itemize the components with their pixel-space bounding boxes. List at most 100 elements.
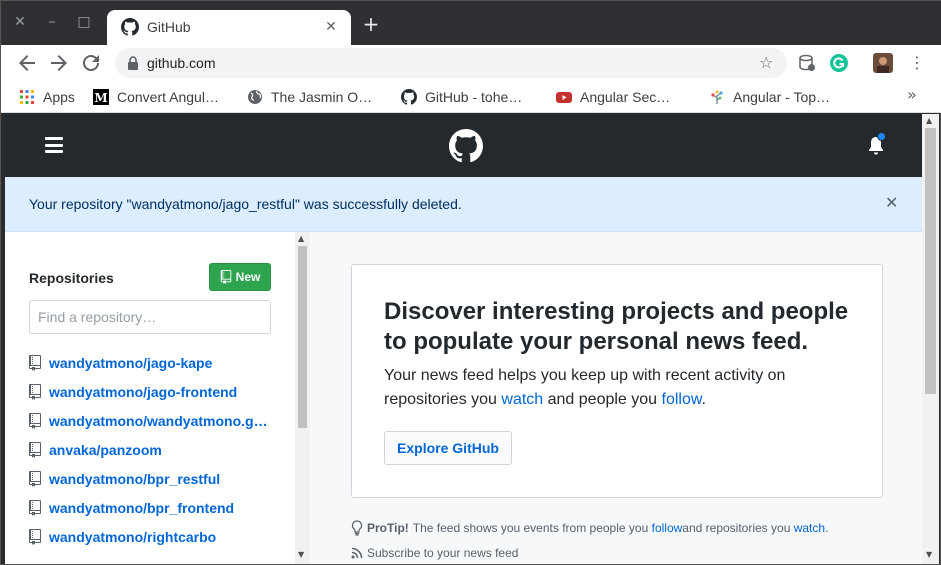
repositories-heading: Repositories [29, 270, 114, 286]
repo-icon [29, 499, 41, 516]
bookmarks-overflow-button[interactable]: » [907, 85, 917, 104]
bookmark-label: Convert Angul… [117, 89, 219, 105]
follow-link[interactable]: follow [662, 391, 702, 408]
repository-list-item[interactable]: wandyatmono/bpr_frontend [29, 493, 289, 522]
repository-link[interactable]: wandyatmono/wandyatmono.g… [49, 413, 268, 429]
repo-icon [220, 270, 231, 284]
bookmark-convert-angular[interactable]: M Convert Angul… [93, 87, 219, 107]
tab-close-button[interactable]: ✕ [321, 17, 341, 37]
menu-icon[interactable] [45, 137, 63, 153]
page-scroll-thumb[interactable] [925, 128, 936, 394]
discover-body: Your news feed helps you keep up with re… [384, 364, 824, 412]
repo-icon [29, 470, 41, 487]
window-minimize-button[interactable]: – [43, 13, 61, 31]
repository-link[interactable]: wandyatmono/bpr_frontend [49, 500, 234, 516]
window-close-button[interactable]: ✕ [11, 13, 29, 31]
repository-list-item[interactable]: wandyatmono/bpr_restful [29, 464, 289, 493]
repository-list-item[interactable]: wandyatmono/wandyatmono.g… [29, 406, 289, 435]
repository-list-item[interactable]: wandyatmono/rightcarbo [29, 522, 289, 551]
new-button-label: New [235, 270, 261, 284]
bookmark-github[interactable]: GitHub - tohe… [401, 87, 522, 107]
repo-icon [29, 528, 41, 545]
repository-link[interactable]: wandyatmono/bpr_restful [49, 471, 220, 487]
bookmark-star-icon[interactable]: ☆ [759, 53, 773, 72]
github-logo-icon[interactable] [449, 129, 483, 163]
address-bar[interactable]: github.com ☆ [115, 48, 787, 78]
unread-notification-indicator [877, 132, 886, 141]
new-tab-button[interactable]: + [361, 14, 381, 34]
flash-notice: Your repository "wandyatmono/jago_restfu… [5, 177, 922, 232]
protip-text: The feed shows you events from people yo… [412, 521, 649, 535]
bookmark-label: GitHub - tohe… [425, 89, 523, 105]
scroll-down-arrow-icon[interactable]: ▼ [298, 550, 304, 559]
protip-watch-link[interactable]: watch [794, 521, 825, 535]
explore-github-button[interactable]: Explore GitHub [384, 431, 512, 465]
rss-icon [351, 547, 363, 559]
lightbulb-icon [351, 520, 363, 536]
github-icon [401, 89, 417, 105]
window-maximize-button[interactable]: □ [75, 13, 93, 31]
protip-follow-link[interactable]: follow [652, 521, 683, 535]
repository-list: wandyatmono/jago-kape wandyatmono/jago-fr… [29, 348, 289, 551]
repository-list-item[interactable]: wandyatmono/jago-kape [29, 348, 289, 377]
apps-grid-icon [20, 90, 34, 104]
bookmark-label: Angular - Top… [733, 89, 831, 105]
page-content: Your repository "wandyatmono/jago_restfu… [5, 114, 922, 564]
subscribe-feed-link[interactable]: Subscribe to your news feed [351, 546, 518, 560]
tab-github[interactable]: GitHub ✕ [107, 10, 351, 45]
repository-link[interactable]: wandyatmono/jago-frontend [49, 384, 237, 400]
url-text: github.com [147, 55, 216, 71]
browser-toolbar: github.com ☆ ⋮ [1, 45, 941, 81]
protip: ProTip! The feed shows you events from p… [351, 520, 828, 536]
repository-link[interactable]: wandyatmono/jago-kape [49, 355, 212, 371]
bookmark-jasmin[interactable]: The Jasmin O… [247, 87, 372, 107]
reload-icon[interactable] [79, 51, 103, 75]
repository-link[interactable]: wandyatmono/rightcarbo [49, 529, 216, 545]
scroll-up-arrow-icon[interactable]: ▲ [298, 234, 304, 243]
discover-card: Discover interesting projects and people… [351, 264, 883, 498]
bookmarks-bar: Apps M Convert Angul… The Jasmin O… GitH… [1, 81, 941, 113]
new-repository-button[interactable]: New [209, 263, 271, 291]
bookmark-angular-security[interactable]: Angular Sec… [556, 87, 670, 107]
body-text: and people you [543, 391, 662, 408]
repository-link[interactable]: anvaka/panzoom [49, 442, 162, 458]
body-text: . [701, 391, 706, 408]
bookmark-apps[interactable]: Apps [19, 87, 75, 107]
flash-message: Your repository "wandyatmono/jago_restfu… [29, 196, 462, 212]
flash-close-button[interactable]: ✕ [885, 193, 898, 212]
forward-icon[interactable] [47, 51, 71, 75]
repo-icon [29, 441, 41, 458]
github-favicon-icon [121, 18, 139, 36]
bookmark-angular-top[interactable]: Angular - Top… [709, 87, 830, 107]
tab-title: GitHub [147, 19, 191, 35]
page-scroll-down-arrow-icon[interactable]: ▼ [926, 550, 932, 559]
repo-icon [29, 412, 41, 429]
news-feed: Discover interesting projects and people… [311, 232, 922, 564]
repo-icon [29, 354, 41, 371]
medium-icon: M [93, 89, 109, 105]
sidebar-scrollbar[interactable]: ▲ ▼ [295, 232, 310, 564]
youtube-icon [556, 92, 572, 103]
browser-menu-button[interactable]: ⋮ [907, 53, 927, 73]
repository-search-input[interactable]: Find a repository… [29, 300, 271, 334]
angular-tree-icon [711, 90, 723, 104]
page-scrollbar[interactable]: ▲ ▼ [922, 114, 939, 564]
bookmark-label: Apps [43, 89, 75, 105]
lock-icon [128, 56, 138, 70]
grammarly-icon[interactable] [829, 53, 849, 73]
bookmark-label: The Jasmin O… [271, 89, 373, 105]
repository-list-item[interactable]: wandyatmono/jago-frontend [29, 377, 289, 406]
repo-icon [29, 383, 41, 400]
subscribe-label: Subscribe to your news feed [367, 546, 519, 560]
profile-avatar[interactable] [873, 53, 893, 73]
svg-text:M: M [94, 91, 107, 105]
extension-database-icon[interactable] [797, 53, 817, 73]
sidebar-scroll-thumb[interactable] [298, 246, 307, 428]
protip-text: and repositories you [682, 521, 791, 535]
protip-label: ProTip! [367, 521, 409, 535]
back-icon[interactable] [15, 51, 39, 75]
watch-link[interactable]: watch [501, 391, 543, 408]
repository-list-item[interactable]: anvaka/panzoom [29, 435, 289, 464]
github-header [5, 114, 922, 177]
page-scroll-up-arrow-icon[interactable]: ▲ [926, 116, 932, 125]
